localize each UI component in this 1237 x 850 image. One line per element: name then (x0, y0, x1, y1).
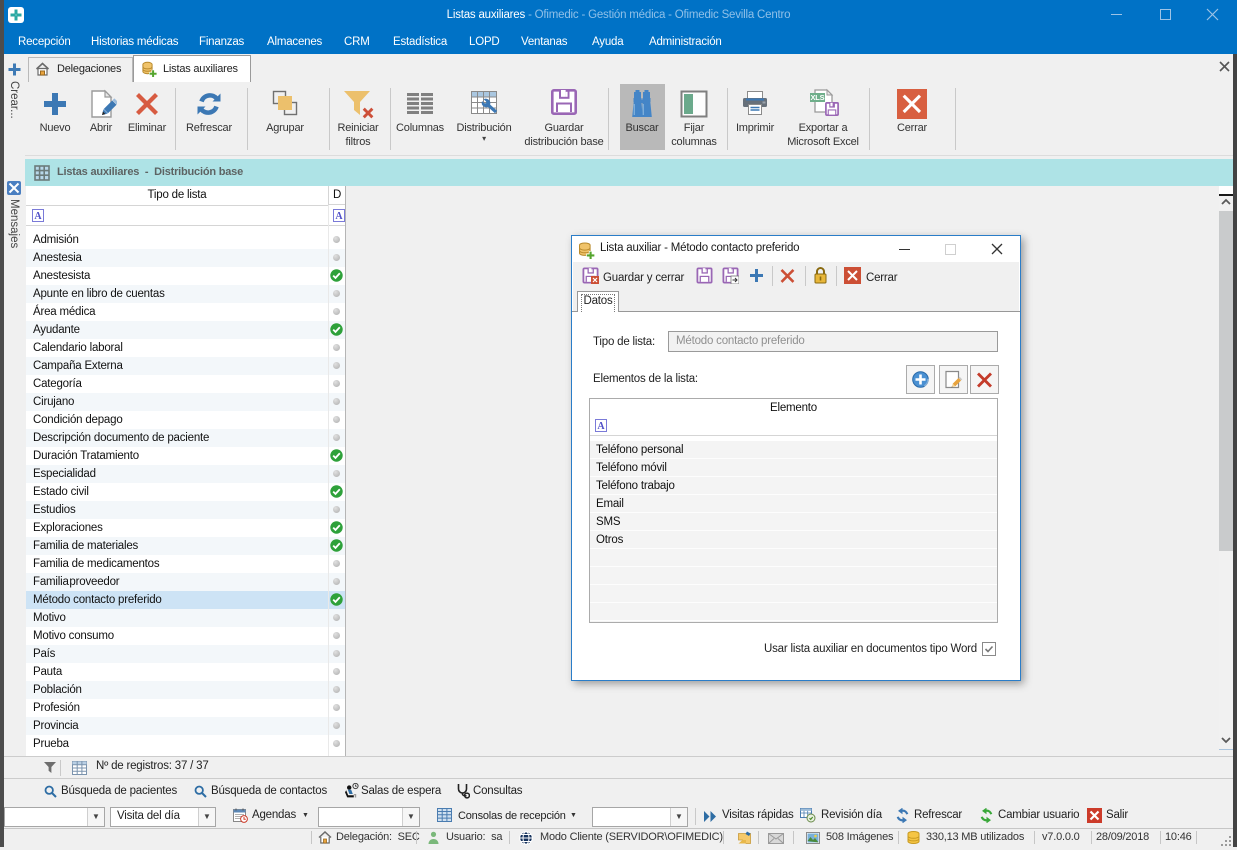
svg-text:A: A (597, 421, 605, 432)
svg-text:A: A (335, 211, 343, 222)
svg-text:XLS: XLS (811, 93, 825, 102)
svg-text:A: A (34, 211, 42, 222)
